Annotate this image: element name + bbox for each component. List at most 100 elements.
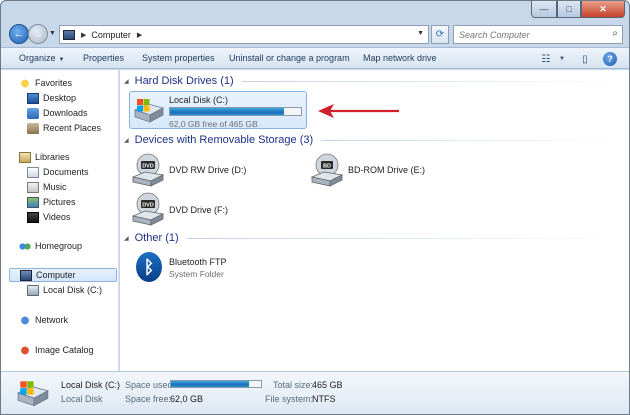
network-icon [19, 314, 31, 326]
homegroup-icon [19, 240, 31, 252]
details-type: Local Disk [61, 394, 103, 404]
drive-tile-bd-rom[interactable]: BD BD-ROM Drive (E:) [308, 153, 468, 189]
uninstall-program-button[interactable]: Uninstall or change a program [229, 53, 350, 63]
change-view-icon[interactable]: ☷ [538, 51, 554, 67]
sidebar-item-favorites[interactable]: Favorites [19, 76, 72, 90]
sidebar-item-local-disk[interactable]: Local Disk (C:) [27, 283, 102, 297]
drive-name: Local Disk (C:) [169, 95, 229, 105]
group-header-other[interactable]: ◢ Other (1) [124, 232, 624, 244]
back-button[interactable]: ← [9, 24, 29, 44]
videos-icon [27, 211, 39, 223]
address-bar[interactable]: ▶ Computer ▶ ▼ [59, 25, 429, 44]
space-used-label: Space used: [125, 380, 176, 390]
dvd-drive-icon: DVD [131, 192, 165, 226]
sidebar-item-computer[interactable]: Computer [9, 268, 117, 282]
group-divider [321, 139, 624, 141]
collapse-icon[interactable]: ◢ [124, 78, 129, 85]
refresh-icon: ⟳ [435, 29, 445, 40]
folder-type: System Folder [169, 269, 224, 279]
sidebar-item-recent-places[interactable]: Recent Places [27, 121, 101, 135]
preview-pane-icon[interactable]: ▯ [577, 51, 593, 67]
sidebar-item-pictures[interactable]: Pictures [27, 195, 76, 209]
breadcrumb-computer[interactable]: Computer [91, 30, 131, 40]
downloads-icon [27, 107, 39, 119]
music-icon [27, 181, 39, 193]
search-input[interactable] [454, 26, 604, 43]
address-row: ← → ▼ ▶ Computer ▶ ▼ ⟳ ⌕ [1, 21, 629, 47]
sidebar-item-label: Homegroup [35, 241, 83, 251]
documents-icon [27, 166, 39, 178]
drive-tile-dvd-rw[interactable]: DVD DVD RW Drive (D:) [129, 153, 289, 189]
caption-buttons: — □ ✕ [531, 1, 625, 19]
details-usage-fill [171, 381, 250, 387]
sidebar-item-label: Documents [43, 167, 89, 177]
sidebar-item-label: Computer [36, 270, 76, 280]
drive-tile-local-disk[interactable]: Local Disk (C:) 62,0 GB free of 465 GB [129, 91, 307, 129]
sidebar-item-network[interactable]: Network [19, 313, 68, 327]
navigation-pane: Favorites Desktop Downloads Recent Place… [1, 70, 119, 371]
sidebar-item-image-catalog[interactable]: Image Catalog [19, 343, 94, 357]
sidebar-item-homegroup[interactable]: Homegroup [19, 239, 82, 253]
collapse-icon[interactable]: ◢ [124, 137, 129, 144]
group-header-removable-storage[interactable]: ◢ Devices with Removable Storage (3) [124, 134, 624, 146]
dvd-badge: DVD [142, 164, 154, 170]
image-catalog-icon [19, 344, 31, 356]
chevron-right-icon[interactable]: ▶ [137, 31, 142, 39]
sidebar-item-label: Libraries [35, 152, 70, 162]
drive-name: BD-ROM Drive (E:) [348, 165, 425, 175]
sidebar-item-downloads[interactable]: Downloads [27, 106, 88, 120]
sidebar-item-label: Downloads [43, 108, 88, 118]
sidebar-item-label: Favorites [35, 78, 73, 88]
forward-button[interactable]: → [28, 24, 48, 44]
folder-tile-bluetooth-ftp[interactable]: ᛒ Bluetooth FTP System Folder [129, 250, 289, 286]
sidebar-item-music[interactable]: Music [27, 180, 67, 194]
sidebar-item-label: Local Disk (C:) [43, 285, 103, 295]
minimize-button[interactable]: — [531, 1, 557, 18]
group-divider [241, 80, 624, 82]
bluetooth-icon: ᛒ [136, 252, 162, 282]
organize-button[interactable]: Organize ▼ [19, 53, 64, 63]
sidebar-item-desktop[interactable]: Desktop [27, 91, 76, 105]
map-network-drive-button[interactable]: Map network drive [363, 53, 437, 63]
search-icon[interactable]: ⌕ [612, 28, 618, 39]
sidebar-item-label: Image Catalog [35, 345, 94, 355]
chevron-right-icon[interactable]: ▶ [81, 31, 86, 39]
sidebar-item-label: Videos [43, 212, 71, 222]
drive-tile-dvd[interactable]: DVD DVD Drive (F:) [129, 192, 289, 228]
drive-usage-bar [169, 107, 302, 116]
collapse-icon[interactable]: ◢ [124, 235, 129, 242]
pictures-icon [27, 196, 39, 208]
group-header-hard-disk-drives[interactable]: ◢ Hard Disk Drives (1) [124, 75, 624, 87]
sidebar-item-label: Desktop [43, 93, 77, 103]
hard-drive-icon [133, 99, 165, 123]
bd-badge: BD [323, 164, 331, 170]
maximize-button[interactable]: □ [557, 1, 581, 18]
computer-icon [20, 269, 32, 281]
properties-button[interactable]: Properties [83, 53, 124, 63]
desktop-icon [27, 92, 39, 104]
details-usage-bar [170, 380, 262, 388]
group-divider [186, 237, 624, 239]
close-button[interactable]: ✕ [581, 1, 625, 18]
bd-drive-icon: BD [310, 153, 344, 187]
system-properties-button[interactable]: System properties [142, 53, 215, 63]
star-icon [19, 77, 31, 89]
search-box[interactable]: ⌕ [453, 25, 623, 44]
drive-usage-fill [170, 108, 284, 115]
details-name: Local Disk (C:) [61, 380, 121, 390]
sidebar-item-libraries[interactable]: Libraries [19, 150, 70, 164]
recent-pages-dropdown[interactable]: ▼ [49, 30, 56, 37]
refresh-button[interactable]: ⟳ [431, 25, 449, 44]
chevron-down-icon: ▼ [58, 57, 65, 63]
computer-icon [63, 29, 75, 40]
address-dropdown-icon[interactable]: ▼ [417, 30, 424, 37]
sidebar-item-label: Pictures [43, 197, 76, 207]
help-button[interactable]: ? [603, 52, 617, 66]
sidebar-item-videos[interactable]: Videos [27, 210, 70, 224]
drive-free-space: 62,0 GB free of 465 GB [169, 119, 258, 129]
organize-label: Organize [19, 53, 56, 63]
view-dropdown-icon[interactable]: ▼ [554, 51, 570, 67]
annotation-arrow-icon [318, 104, 399, 118]
sidebar-item-documents[interactable]: Documents [27, 165, 89, 179]
hard-drive-icon [27, 284, 39, 296]
